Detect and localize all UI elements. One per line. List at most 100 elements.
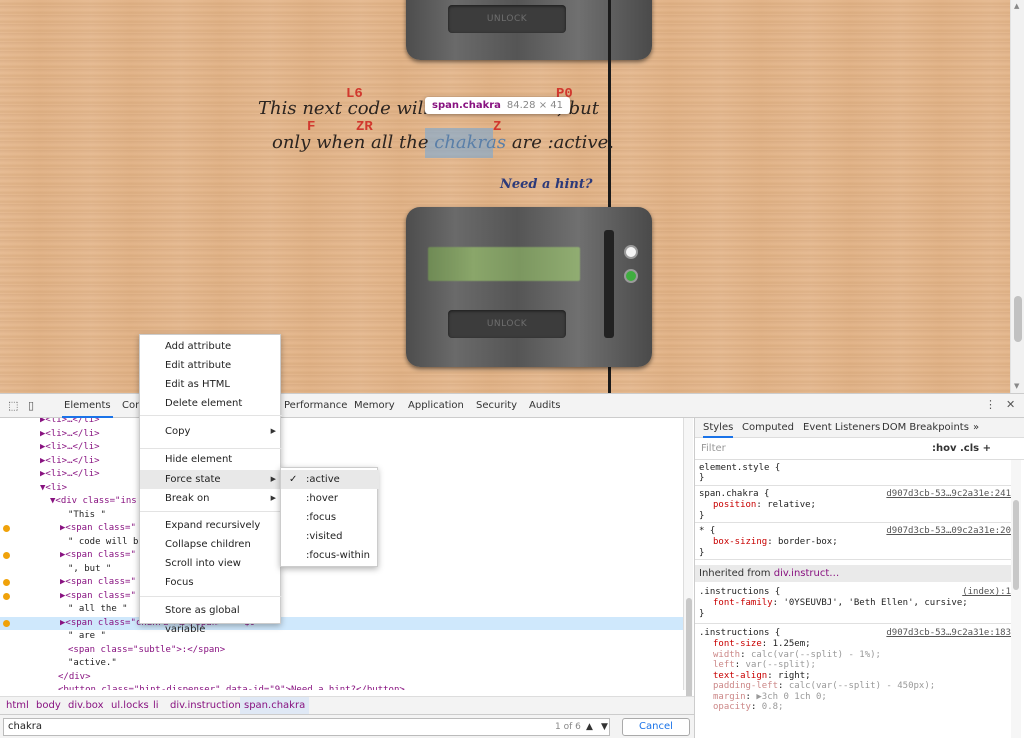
dom-node[interactable]: <button class="hint-dispenser" data-id="… xyxy=(0,684,683,690)
dom-node[interactable]: ▶<span class=" xyxy=(0,576,683,589)
submenu-item-label: :focus xyxy=(306,512,337,523)
rule-source-link[interactable]: d907d3cb-53…9c2a31e:241 xyxy=(886,489,1011,499)
menu-item-edit-attribute[interactable]: Edit attribute xyxy=(140,356,282,375)
menu-separator xyxy=(140,596,282,597)
rule-declaration: padding-left: calc(var(--split) - 450px)… xyxy=(713,681,936,691)
inspect-element-icon[interactable]: ⬚ xyxy=(8,399,18,412)
prop-value: right; xyxy=(778,670,811,681)
menu-item-scroll-into-view[interactable]: Scroll into view xyxy=(140,554,282,573)
menu-item-add-attribute[interactable]: Add attribute xyxy=(140,337,282,356)
rule-source-link[interactable]: d907d3cb-53…09c2a31e:20 xyxy=(886,526,1011,536)
scroll-up-icon[interactable]: ▲ xyxy=(1014,2,1019,10)
tab-performance[interactable]: Performance xyxy=(282,394,349,418)
hov-cls-toggles[interactable]: :hov .cls + xyxy=(932,443,991,454)
dom-node-markup: "This " xyxy=(68,509,106,520)
search-cancel-button[interactable]: Cancel xyxy=(622,718,690,736)
crumb-div-instructions[interactable]: div.instructions xyxy=(170,697,246,715)
menu-item-break-on[interactable]: Break on ▶ xyxy=(140,489,282,508)
menu-item-hide-element[interactable]: Hide element xyxy=(140,450,282,469)
rule-instructions-main: .instructions { d907d3cb-53…9c2a31e:183 … xyxy=(695,625,1017,738)
rule-declaration: margin: ▶3ch 0 1ch 0; xyxy=(713,691,827,702)
dom-node[interactable]: " all the " xyxy=(0,603,683,616)
inherited-selector[interactable]: div.instruct… xyxy=(774,568,840,579)
dom-node-markup: <button class="hint-dispenser" data-id="… xyxy=(58,685,405,690)
breadcrumb: html body div.box ul.locks li div.instru… xyxy=(0,696,694,715)
dom-node[interactable]: ▶<li>…</li> xyxy=(0,441,683,454)
crumb-ul-locks[interactable]: ul.locks xyxy=(111,697,149,715)
dom-node-markup: ▶<span class=" xyxy=(60,577,136,587)
dom-node[interactable]: <span class="subtle">:</span> xyxy=(0,644,683,657)
dom-node[interactable]: "active." xyxy=(0,657,683,670)
menu-item-delete-element[interactable]: Delete element xyxy=(140,394,282,413)
marker-l6: L6 xyxy=(346,86,363,102)
force-state-visited[interactable]: :visited xyxy=(281,527,379,546)
chakra-span[interactable]: chakras xyxy=(434,132,506,153)
unlock-button-bottom[interactable]: UNLOCK xyxy=(448,310,566,338)
dom-search-input[interactable]: chakra xyxy=(3,718,610,736)
dom-node-markup: ▶<li>…</li> xyxy=(40,418,100,425)
dom-node[interactable]: ▶<span class=" xyxy=(0,590,683,603)
crumb-li[interactable]: li xyxy=(153,697,159,715)
dom-node-selected[interactable]: ▶<span class="chakra">…</span> == $0 xyxy=(0,616,683,630)
force-state-active[interactable]: ✓:active xyxy=(281,470,379,489)
tab-styles[interactable]: Styles xyxy=(703,418,734,438)
menu-item-expand-recursively[interactable]: Expand recursively xyxy=(140,516,282,535)
menu-item-store-as-global-variable[interactable]: Store as global variable xyxy=(140,601,282,635)
styles-scrollbar-thumb[interactable] xyxy=(1013,500,1019,590)
dom-node-markup: " all the " xyxy=(68,604,128,614)
dom-node[interactable]: ▶<li>…</li> xyxy=(0,418,683,427)
tab-elements[interactable]: Elements xyxy=(62,394,113,418)
tab-audits[interactable]: Audits xyxy=(527,394,562,418)
menu-item-collapse-children[interactable]: Collapse children xyxy=(140,535,282,554)
styles-scrollbar[interactable] xyxy=(1011,460,1021,738)
crumb-span-chakra[interactable]: span.chakra xyxy=(240,697,310,715)
close-icon[interactable]: ✕ xyxy=(1006,398,1015,411)
scroll-down-icon[interactable]: ▼ xyxy=(1014,382,1019,390)
page-scrollbar[interactable]: ▲ ▼ xyxy=(1010,0,1024,393)
crumb-div-box[interactable]: div.box xyxy=(68,697,104,715)
force-state-focus[interactable]: :focus xyxy=(281,508,379,527)
menu-item-label: Break on xyxy=(165,493,210,504)
search-prev-icon[interactable]: ▲ xyxy=(582,719,597,735)
tab-application[interactable]: Application xyxy=(406,394,466,418)
page-scrollbar-thumb[interactable] xyxy=(1014,296,1022,342)
prop-value: ▶3ch 0 1ch 0; xyxy=(756,691,827,702)
menu-item-label: Expand recursively xyxy=(165,520,261,531)
need-hint-link[interactable]: Need a hint? xyxy=(500,177,592,192)
menu-item-focus[interactable]: Focus xyxy=(140,573,282,592)
marker-zr: ZR xyxy=(356,119,373,135)
tab-security[interactable]: Security xyxy=(474,394,519,418)
rule-source-link[interactable]: d907d3cb-53…9c2a31e:183 xyxy=(886,628,1011,638)
menu-item-label: Add attribute xyxy=(165,341,232,352)
tab-computed[interactable]: Computed xyxy=(742,418,794,438)
more-options-icon[interactable]: ⋮ xyxy=(985,398,996,411)
tab-dom-breakpoints[interactable]: DOM Breakpoints xyxy=(882,418,969,438)
device-toolbar-icon[interactable]: ▯ xyxy=(28,399,34,412)
dom-node[interactable]: ▶<li>…</li> xyxy=(0,428,683,441)
menu-separator xyxy=(140,511,282,512)
crumb-html[interactable]: html xyxy=(6,697,29,715)
elements-scrollbar[interactable] xyxy=(683,418,693,708)
menu-item-label: Force state xyxy=(165,474,221,485)
menu-separator xyxy=(140,448,282,449)
force-state-hover[interactable]: :hover xyxy=(281,489,379,508)
dom-node[interactable]: </div> xyxy=(0,671,683,684)
elements-scrollbar-thumb[interactable] xyxy=(686,598,692,708)
search-next-icon[interactable]: ▼ xyxy=(597,719,612,735)
unlock-button-top[interactable]: UNLOCK xyxy=(448,5,566,33)
crumb-body[interactable]: body xyxy=(36,697,61,715)
menu-item-copy[interactable]: Copy ▶ xyxy=(140,422,282,441)
menu-item-label: Edit attribute xyxy=(165,360,232,371)
tab-memory[interactable]: Memory xyxy=(352,394,397,418)
dom-node[interactable]: ▶<li>…</li> xyxy=(0,455,683,468)
styles-more-tabs[interactable]: » xyxy=(973,418,979,438)
styles-filter-input[interactable]: Filter xyxy=(701,443,726,454)
rule-source-link[interactable]: (index):1 xyxy=(962,587,1011,597)
submenu-item-label: :visited xyxy=(306,531,343,542)
menu-item-force-state[interactable]: Force state ▶ xyxy=(140,470,282,489)
force-state-focus-within[interactable]: :focus-within xyxy=(281,546,379,565)
menu-item-edit-as-html[interactable]: Edit as HTML xyxy=(140,375,282,394)
dom-node[interactable]: " are " xyxy=(0,630,683,643)
lock-display-screen xyxy=(428,247,580,281)
tab-event-listeners[interactable]: Event Listeners xyxy=(803,418,880,438)
